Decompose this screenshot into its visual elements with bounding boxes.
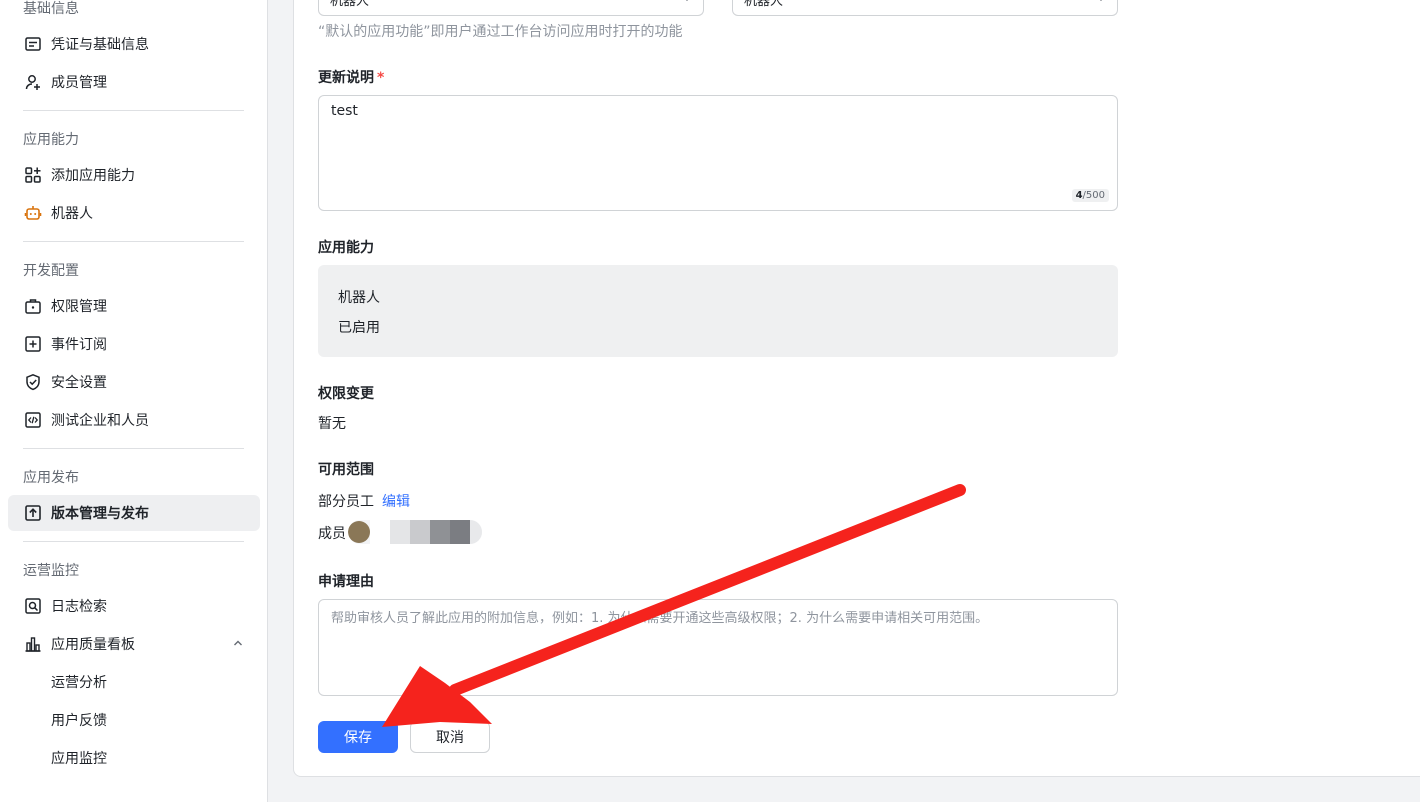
sidebar-item-label: 用户反馈	[51, 713, 107, 729]
shield-check-icon	[23, 372, 43, 392]
sidebar-item-label: 权限管理	[51, 299, 107, 315]
scope-label: 可用范围	[318, 462, 374, 478]
default-function-hint: “默认的应用功能”即用户通过工作台访问应用时打开的功能	[318, 24, 683, 40]
user-add-icon	[23, 72, 43, 92]
briefcase-icon	[23, 296, 43, 316]
section-title-capability: 应用能力	[23, 132, 79, 148]
sidebar-item-label: 版本管理与发布	[51, 506, 149, 522]
robot-icon	[23, 203, 43, 223]
permission-change-value: 暂无	[318, 416, 346, 432]
code-icon	[23, 410, 43, 430]
cancel-button[interactable]: 取消	[410, 721, 490, 753]
sidebar-item-quality-board[interactable]: 应用质量看板	[8, 626, 260, 662]
sidebar-item-label: 机器人	[51, 206, 93, 222]
section-title-dev-config: 开发配置	[23, 263, 79, 279]
sidebar-item-credentials[interactable]: 凭证与基础信息	[8, 26, 260, 62]
card-icon	[23, 34, 43, 54]
capability-label: 应用能力	[318, 240, 374, 256]
plus-square-icon	[23, 334, 43, 354]
upload-box-icon	[23, 503, 43, 523]
divider	[23, 110, 244, 111]
capability-status: 已启用	[338, 320, 380, 336]
member-avatar-redacted	[348, 520, 482, 544]
sidebar-item-permissions[interactable]: 权限管理	[8, 288, 260, 324]
char-counter: 4/500	[1071, 189, 1109, 202]
sidebar-item-label: 安全设置	[51, 375, 107, 391]
sidebar-item-label: 应用监控	[51, 751, 107, 767]
sidebar-item-events[interactable]: 事件订阅	[8, 326, 260, 362]
select-value: 机器人	[744, 0, 784, 9]
section-title-ops: 运营监控	[23, 563, 79, 579]
divider	[23, 448, 244, 449]
chevron-down-icon	[1095, 0, 1107, 8]
chevron-down-icon	[681, 0, 693, 8]
sidebar-item-label: 事件订阅	[51, 337, 107, 353]
permission-change-label: 权限变更	[318, 386, 374, 402]
sidebar-item-label: 添加应用能力	[51, 168, 135, 184]
sidebar-item-label: 成员管理	[51, 75, 107, 91]
capability-summary-box	[318, 265, 1118, 357]
sidebar-item-add-capability[interactable]: 添加应用能力	[8, 157, 260, 193]
sidebar-item-label: 应用质量看板	[51, 637, 135, 653]
sidebar-item-label: 日志检索	[51, 599, 107, 615]
update-notes-label: 更新说明 *	[318, 70, 385, 86]
sidebar-item-version-release[interactable]: 版本管理与发布	[8, 495, 260, 531]
sidebar-item-ops-analysis[interactable]: 运营分析	[8, 664, 260, 700]
sidebar-item-members[interactable]: 成员管理	[8, 64, 260, 100]
sidebar-item-log-search[interactable]: 日志检索	[8, 588, 260, 624]
required-mark: *	[377, 70, 385, 86]
sidebar-item-app-monitor[interactable]: 应用监控	[8, 740, 260, 776]
sidebar-item-label: 测试企业和人员	[51, 413, 149, 429]
divider	[23, 241, 244, 242]
sidebar-item-security[interactable]: 安全设置	[8, 364, 260, 400]
sidebar-item-label: 运营分析	[51, 675, 107, 691]
capability-name: 机器人	[338, 290, 380, 306]
default-function-select-secondary[interactable]: 机器人	[732, 0, 1118, 16]
sidebar-item-test-org[interactable]: 测试企业和人员	[8, 402, 260, 438]
reason-placeholder: 帮助审核人员了解此应用的附加信息，例如：1. 为什么需要开通这些高级权限；2. …	[331, 611, 989, 626]
reason-label: 申请理由	[318, 574, 374, 590]
grid-add-icon	[23, 165, 43, 185]
members-label: 成员	[318, 526, 346, 542]
search-doc-icon	[23, 596, 43, 616]
default-function-select[interactable]: 机器人	[318, 0, 704, 16]
scope-value: 部分员工	[318, 494, 374, 510]
sidebar-item-bot[interactable]: 机器人	[8, 195, 260, 231]
bar-chart-icon	[23, 634, 43, 654]
update-notes-textarea[interactable]: test 4/500	[318, 95, 1118, 211]
section-title-release: 应用发布	[23, 470, 79, 486]
sidebar-item-user-feedback[interactable]: 用户反馈	[8, 702, 260, 738]
chevron-up-icon[interactable]	[232, 637, 244, 653]
update-notes-value: test	[331, 103, 358, 119]
section-title-basic: 基础信息	[23, 1, 79, 17]
sidebar-item-label: 凭证与基础信息	[51, 37, 149, 53]
sidebar: 基础信息 凭证与基础信息 成员管理 应用能力 添加应用能力 机器人 开发配置 权…	[0, 0, 268, 802]
divider	[23, 541, 244, 542]
select-value: 机器人	[330, 0, 370, 9]
scope-edit-link[interactable]: 编辑	[382, 491, 410, 511]
reason-textarea[interactable]: 帮助审核人员了解此应用的附加信息，例如：1. 为什么需要开通这些高级权限；2. …	[318, 599, 1118, 696]
save-button[interactable]: 保存	[318, 721, 398, 753]
